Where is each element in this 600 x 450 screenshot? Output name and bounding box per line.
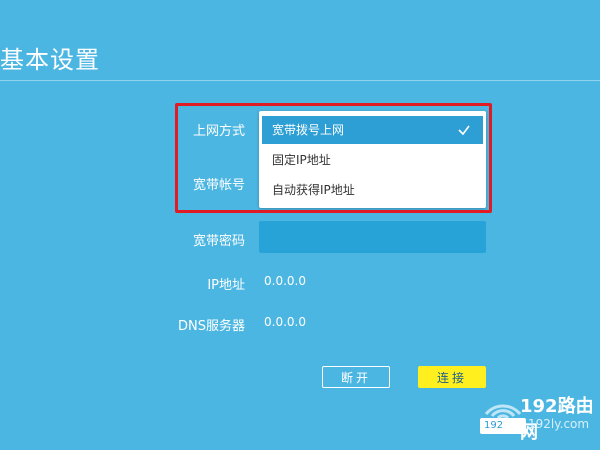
watermark-badge: 192 (480, 418, 526, 434)
dns-value: 0.0.0.0 (264, 315, 306, 329)
disconnect-button[interactable]: 断开 (322, 366, 390, 388)
password-input[interactable] (259, 221, 486, 253)
password-label: 宽带密码 (192, 234, 245, 249)
ip-value: 0.0.0.0 (264, 274, 306, 288)
watermark-domain: 192ly.com (528, 417, 590, 431)
title-divider (0, 80, 600, 81)
ip-label: IP地址 (207, 278, 245, 293)
dns-label: DNS服务器 (178, 319, 245, 334)
connect-button[interactable]: 连接 (418, 366, 486, 388)
highlight-annotation (175, 103, 492, 213)
page-title: 基本设置 (0, 46, 100, 74)
